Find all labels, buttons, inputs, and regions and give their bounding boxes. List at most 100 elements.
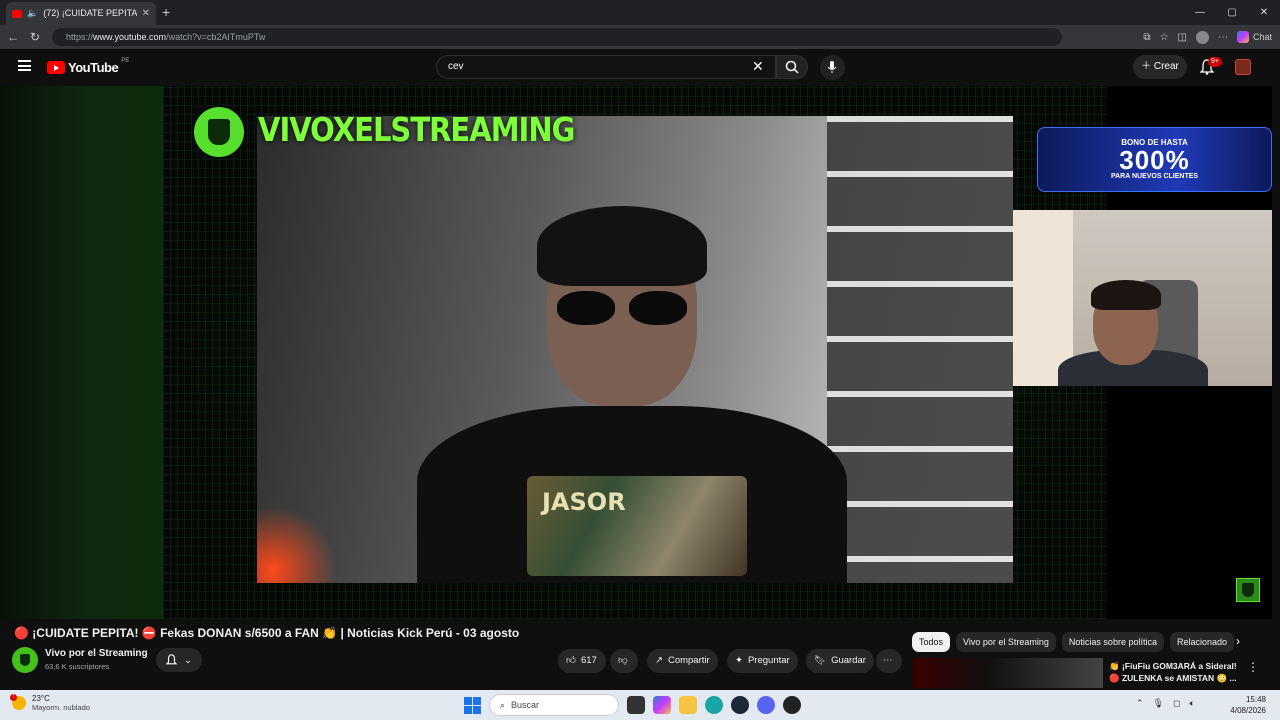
system-clock[interactable]: 15:48 4/08/2026 [1230, 694, 1266, 716]
chat-label: Chat [1252, 32, 1272, 42]
temperature: 23°C [32, 694, 50, 703]
region-code: PE [121, 57, 130, 64]
sparkle-icon: ✦ [735, 655, 743, 666]
ambient-left [0, 86, 163, 619]
menu-icon[interactable] [18, 60, 31, 71]
chip-politics[interactable]: Noticias sobre política [1061, 632, 1164, 652]
discord-icon[interactable] [757, 696, 775, 714]
clock-time: 15:48 [1245, 695, 1266, 704]
more-horizontal-icon: ⋯ [883, 655, 893, 666]
url-path: /watch?v=cb2AITmuPTw [166, 32, 266, 42]
share-button[interactable]: ↗ Compartir [647, 649, 718, 673]
file-explorer-icon[interactable] [679, 696, 697, 714]
maximize-button[interactable]: ▢ [1216, 0, 1248, 25]
windows-start-icon[interactable] [464, 696, 481, 714]
more-actions-button[interactable]: ⋯ [876, 649, 902, 673]
bookmark-icon: 🔖︎ [814, 655, 827, 666]
network-icon[interactable]: ◻ [1173, 698, 1180, 709]
chat-button[interactable]: Chat [1236, 31, 1272, 43]
share-icon: ↗ [655, 655, 663, 666]
weather-icon: ! [10, 694, 26, 710]
youtube-header: YouTube PE cev ✕ ＋ Crear 9+ [0, 49, 1280, 86]
steam-icon[interactable] [731, 696, 749, 714]
weather-widget[interactable]: ! 23°C Mayorm. nublado [10, 694, 90, 712]
more-icon[interactable]: ⋯ [1218, 32, 1228, 43]
channel-avatar[interactable] [12, 647, 38, 673]
logo-text: YouTube [68, 60, 119, 75]
ask-button[interactable]: ✦ Preguntar [727, 649, 798, 673]
new-tab-button[interactable]: + [162, 4, 170, 20]
collections-icon[interactable]: ◫ [1178, 32, 1187, 43]
subscriber-count: 63,6 K suscriptores [45, 662, 110, 671]
bell-icon [166, 654, 178, 665]
close-window-button[interactable]: ✕ [1248, 0, 1280, 25]
tab-title: (72) ¡CUIDATE PEPITA! ⛔ Fekas DONAN [43, 8, 137, 18]
youtube-logo[interactable]: YouTube PE [47, 57, 130, 75]
favorites-icon[interactable]: ☆ [1160, 32, 1169, 43]
copilot-app-icon[interactable] [653, 696, 671, 714]
save-label: Guardar [831, 655, 866, 666]
url-prefix: https:// [66, 32, 94, 42]
streamer-hair [537, 206, 707, 286]
viewer-hair [1091, 280, 1161, 310]
chip-related[interactable]: Relacionado [1169, 632, 1235, 652]
task-view-icon[interactable] [627, 696, 645, 714]
chip-channel[interactable]: Vivo por el Streaming [956, 632, 1056, 652]
close-tab-icon[interactable]: ✕ [142, 8, 150, 19]
copilot-icon [1236, 31, 1249, 43]
ad-percent-text: 300% [1119, 145, 1190, 175]
browser-toolbar-right: ⧉ ☆ ◫ ⋯ Chat [1143, 25, 1272, 49]
reload-icon[interactable]: ↻ [24, 30, 46, 44]
create-label: Crear [1153, 61, 1179, 72]
url-field[interactable]: https://www.youtube.com/watch?v=cb2AITmu… [52, 28, 1062, 46]
recommended-line-2: 🔴 ZULENKA se AMISTAN 😳 ... [1109, 673, 1237, 683]
chevron-down-icon: ⌄ [184, 654, 192, 665]
taskbar-search[interactable]: ⌕ Buscar [489, 694, 619, 716]
secondary-webcam-feed [1013, 210, 1272, 386]
youtube-play-icon [47, 61, 65, 74]
volume-icon[interactable]: 🔈︎ [1189, 698, 1194, 709]
avatar[interactable] [1195, 30, 1209, 44]
mic-icon [827, 61, 837, 73]
speaker-icon[interactable]: 🔈 [27, 8, 38, 19]
obs-icon[interactable] [783, 696, 801, 714]
room-window [1013, 210, 1073, 386]
browser-tab[interactable]: 🔈 (72) ¡CUIDATE PEPITA! ⛔ Fekas DONAN ✕ [6, 2, 156, 25]
shelf-background [827, 116, 1013, 583]
taskbar-search-placeholder: Buscar [511, 700, 540, 710]
search-icon [785, 60, 799, 74]
video-player[interactable]: JASOR VIVOXELSTREAMING BONO DE HASTA 300… [0, 86, 1272, 619]
youtube-favicon-icon [12, 9, 22, 18]
user-avatar[interactable] [1235, 59, 1251, 75]
clear-search-icon[interactable]: ✕ [752, 58, 764, 74]
system-tray: ⌃ 🎙︎ ◻ 🔈︎ [1136, 698, 1195, 709]
clock-date: 4/08/2026 [1230, 706, 1266, 715]
chip-all[interactable]: Todos [912, 632, 951, 652]
dislike-button[interactable]: 👎︎ [610, 649, 638, 673]
back-icon[interactable]: ← [2, 30, 24, 44]
save-button[interactable]: 🔖︎ Guardar [806, 649, 874, 673]
chevron-up-icon[interactable]: ⌃ [1136, 698, 1144, 709]
recommended-title[interactable]: 👏 ¡FiuFiu GOM3ARÁ a Sideral! 🔴 ZULENKA s… [1109, 660, 1239, 684]
chevron-right-icon[interactable]: › [1236, 634, 1240, 648]
channel-name[interactable]: Vivo por el Streaming [45, 648, 148, 659]
more-vertical-icon[interactable]: ⋮ [1247, 660, 1259, 674]
edge-browser-icon[interactable] [705, 696, 723, 714]
minimize-button[interactable]: — [1184, 0, 1216, 25]
sunglasses [557, 291, 687, 325]
extensions-icon[interactable]: ⧉ [1143, 32, 1150, 43]
subscribed-notify-button[interactable]: ⌄ [156, 648, 202, 672]
mic-tray-icon[interactable]: 🎙︎ [1153, 698, 1164, 709]
url-host: www.youtube.com [93, 32, 167, 42]
search-button[interactable] [776, 55, 808, 79]
voice-search-button[interactable] [820, 55, 845, 80]
thumbs-up-icon: 👍︎ [566, 655, 576, 666]
ad-banner: BONO DE HASTA 300% PARA NUEVOS CLIENTES [1037, 127, 1272, 192]
taskbar-apps: ⌕ Buscar [464, 694, 801, 716]
recommended-thumbnail[interactable] [913, 658, 1103, 688]
browser-tabbar: 🔈 (72) ¡CUIDATE PEPITA! ⛔ Fekas DONAN ✕ … [0, 0, 1280, 25]
create-button[interactable]: ＋ Crear [1133, 55, 1187, 79]
search-input[interactable]: cev [436, 55, 776, 79]
like-button[interactable]: 👍︎ 617 [558, 649, 606, 673]
channel-emblem-icon [194, 107, 244, 157]
